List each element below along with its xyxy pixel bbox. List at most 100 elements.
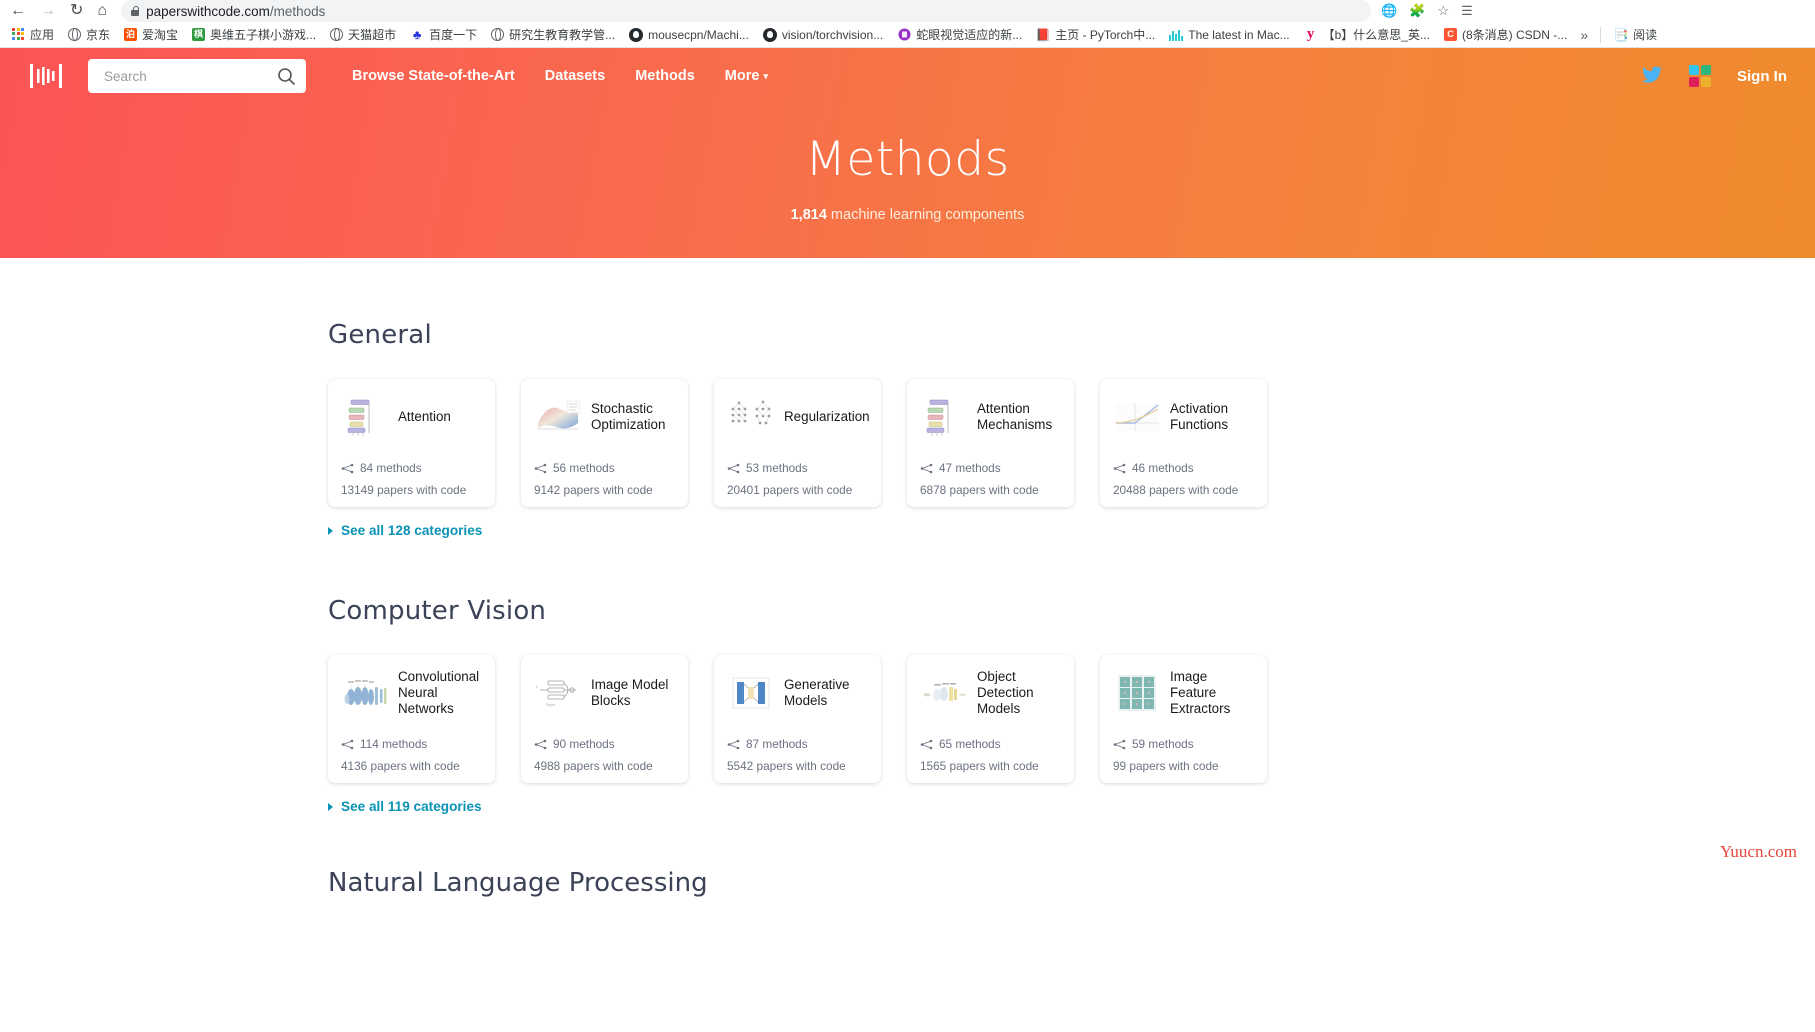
search-input[interactable]: [102, 67, 271, 85]
bookmark-apps[interactable]: 应用: [4, 24, 61, 45]
see-all-computer-vision-categories[interactable]: See all 119 categories: [328, 799, 1815, 814]
card-title: Stochastic Optimization: [591, 401, 666, 432]
nodes-icon: [341, 463, 354, 474]
bookmark-github-mousecpn[interactable]: mousecpn/Machi...: [622, 26, 756, 44]
category-card-regularization[interactable]: Regularization 53 methods 20401 papers w…: [714, 379, 881, 507]
category-card-stochastic-optimization[interactable]: Stochastic Optimization 56 methods 9142 …: [521, 379, 688, 507]
triangle-right-icon: [328, 526, 333, 535]
papers-count-line: 6878 papers with code: [920, 483, 1061, 497]
bookmark-gomoku-game[interactable]: 棋 奥维五子棋小游戏...: [185, 24, 323, 45]
category-card-activation-functions[interactable]: Activation Functions 46 methods 20488 pa…: [1100, 379, 1267, 507]
card-meta: 87 methods 5542 papers with code: [727, 737, 868, 773]
card-title: Attention: [398, 409, 451, 425]
papers-count: 13149 papers with code: [341, 483, 467, 497]
page-wrapper: ← → ↻ ⌂ paperswithcode.com/methods 🌐 🧩 ☆…: [0, 0, 1815, 898]
extension-icon[interactable]: 🧩: [1409, 3, 1425, 19]
card-header: Object Detection Models: [920, 667, 1061, 719]
paperswithcode-logo-icon[interactable]: [28, 61, 64, 91]
bookmarks-overflow-button[interactable]: »: [1574, 27, 1594, 43]
nodes-icon: [534, 739, 547, 750]
profile-icon[interactable]: ☰: [1461, 3, 1473, 19]
methods-count: 90 methods: [553, 737, 615, 751]
nodes-icon: [727, 463, 740, 474]
site-search-box[interactable]: [88, 59, 306, 93]
csdn-icon: C: [1443, 28, 1457, 41]
card-title: Image Feature Extractors: [1170, 669, 1231, 716]
bookmark-label: 应用: [30, 28, 55, 42]
card-meta: 56 methods 9142 papers with code: [534, 461, 675, 497]
papers-count-line: 1565 papers with code: [920, 759, 1061, 773]
methods-count: 56 methods: [553, 461, 615, 475]
reload-icon[interactable]: ↻: [70, 3, 83, 19]
card-header: Regularization: [727, 391, 870, 443]
category-card-object-detection-models[interactable]: Object Detection Models 65 methods 1565 …: [907, 655, 1074, 783]
detection-net-thumb: [920, 673, 968, 713]
papers-count: 20488 papers with code: [1113, 483, 1239, 497]
twitter-icon[interactable]: [1641, 66, 1663, 86]
bookmark-csdn[interactable]: C (8条消息) CSDN -...: [1437, 24, 1574, 45]
card-header: Attention Mechanisms: [920, 391, 1061, 443]
slack-icon[interactable]: [1689, 65, 1711, 87]
nav-link-more[interactable]: More ▾: [725, 68, 768, 84]
back-icon[interactable]: ←: [10, 3, 26, 19]
forward-icon[interactable]: →: [40, 3, 56, 19]
bookmark-pytorch-home[interactable]: 📕 主页 - PyTorch中...: [1029, 24, 1162, 45]
papers-count-line: 9142 papers with code: [534, 483, 675, 497]
bookmark-taobao[interactable]: 泊 爱淘宝: [117, 24, 185, 45]
see-all-general-categories[interactable]: See all 128 categories: [328, 523, 1815, 538]
site-hero: Browse State-of-the-Art Datasets Methods…: [0, 48, 1815, 258]
bookmark-github-torchvision[interactable]: vision/torchvision...: [756, 26, 890, 44]
bookmark-tmall[interactable]: 天猫超市: [323, 24, 403, 45]
card-title: Object Detection Models: [977, 669, 1034, 716]
papers-count: 5542 papers with code: [727, 759, 846, 773]
bookmark-pwc-latest[interactable]: The latest in Mac...: [1162, 26, 1296, 44]
category-card-image-feature-extractors[interactable]: Image Feature Extractors 59 methods 99 p…: [1100, 655, 1267, 783]
globe-icon: [330, 28, 344, 41]
hero-subtitle: 1,814 machine learning components: [0, 207, 1815, 223]
activation-curve-thumb: [1113, 397, 1161, 437]
methods-count-line: 65 methods: [920, 737, 1061, 751]
category-card-attention-mechanisms[interactable]: Attention Mechanisms 47 methods 6878 pap…: [907, 379, 1074, 507]
bookmark-grad-edu[interactable]: 研究生教育教学管...: [484, 24, 622, 45]
papers-count-line: 4988 papers with code: [534, 759, 675, 773]
card-meta: 59 methods 99 papers with code: [1113, 737, 1254, 773]
search-icon[interactable]: [277, 67, 296, 86]
bookmark-yahoo[interactable]: y 【b】什么意思_英...: [1297, 24, 1437, 45]
page-title: Methods: [805, 132, 1010, 187]
block-diagram-thumb: x F(x)+x: [534, 673, 582, 713]
svg-text:x: x: [536, 685, 538, 689]
bookmark-zhihu-article[interactable]: 蛇眼视觉适应的新...: [890, 24, 1029, 45]
baidu-icon: ♣: [412, 27, 422, 42]
category-card-image-model-blocks[interactable]: x F(x)+x Image Model Blocks 90 methods 4: [521, 655, 688, 783]
autoencoder-thumb: [727, 673, 775, 713]
section-general: General Attention 84 methods 13149 paper…: [0, 320, 1815, 538]
reader-mode-button[interactable]: 📑 阅读: [1607, 24, 1664, 45]
omnibox[interactable]: paperswithcode.com/methods: [121, 0, 1372, 22]
browser-toolbar: ← → ↻ ⌂ paperswithcode.com/methods 🌐 🧩 ☆…: [0, 0, 1815, 22]
card-title: Attention Mechanisms: [977, 401, 1053, 432]
reader-icon: 📑: [1613, 27, 1629, 42]
component-count-suffix: machine learning components: [826, 207, 1025, 223]
card-meta: 46 methods 20488 papers with code: [1113, 461, 1254, 497]
bookmark-baidu[interactable]: ♣ 百度一下: [403, 24, 484, 45]
bookmark-label: 百度一下: [429, 28, 478, 42]
sign-in-button[interactable]: Sign In: [1737, 68, 1787, 85]
nav-link-datasets[interactable]: Datasets: [545, 68, 605, 84]
category-card-attention[interactable]: Attention 84 methods 13149 papers with c…: [328, 379, 495, 507]
bookmark-jingdong[interactable]: 京东: [61, 24, 117, 45]
papers-count-line: 13149 papers with code: [341, 483, 482, 497]
nav-link-browse-sota[interactable]: Browse State-of-the-Art: [352, 68, 515, 84]
papers-count: 4988 papers with code: [534, 759, 653, 773]
card-header: Activation Functions: [1113, 391, 1254, 443]
bookmark-label: 蛇眼视觉适应的新...: [916, 28, 1023, 42]
section-heading-next: Natural Language Processing: [328, 868, 708, 898]
home-icon[interactable]: ⌂: [97, 3, 107, 19]
section-computer-vision: Computer Vision Convolutional Neural Net…: [0, 596, 1815, 898]
translate-icon[interactable]: 🌐: [1381, 3, 1397, 19]
papers-count-line: 99 papers with code: [1113, 759, 1254, 773]
category-card-generative-models[interactable]: Generative Models 87 methods 5542 papers…: [714, 655, 881, 783]
nav-link-methods[interactable]: Methods: [635, 68, 695, 84]
methods-count: 46 methods: [1132, 461, 1194, 475]
category-card-convolutional-neural-networks[interactable]: Convolutional Neural Networks 114 method…: [328, 655, 495, 783]
star-icon[interactable]: ☆: [1437, 3, 1449, 19]
